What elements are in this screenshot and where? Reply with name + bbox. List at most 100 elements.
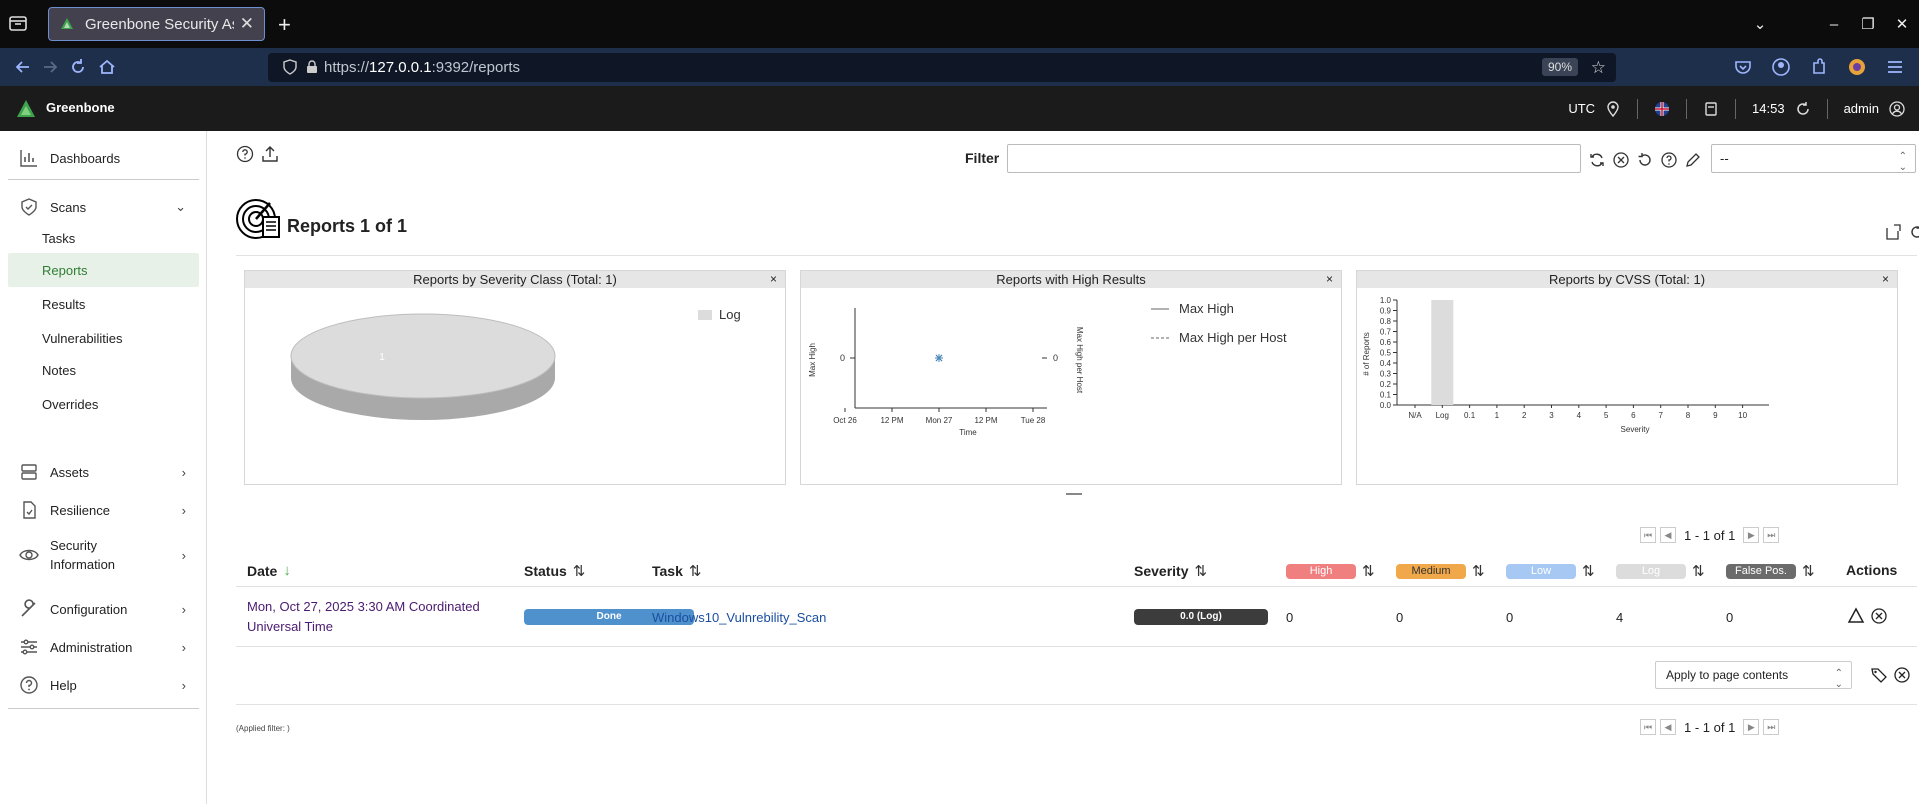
column-header-status[interactable]: Status ⇅ [524,562,585,580]
forward-arrow-icon[interactable] [40,57,60,77]
sidebar-item-results[interactable]: Results [8,287,199,321]
column-header-high[interactable]: High ⇅ [1286,562,1375,580]
column-header-false-pos[interactable]: False Pos. ⇅ [1726,562,1815,580]
sidebar-item-reports[interactable]: Reports [8,253,199,287]
extensions-icon[interactable] [1809,57,1829,77]
delta-compare-icon[interactable] [1847,607,1865,625]
column-header-log[interactable]: Log ⇅ [1616,562,1705,580]
eye-icon [19,545,39,565]
minimize-icon[interactable]: – [1817,16,1851,33]
close-icon[interactable]: × [770,271,777,288]
shield-icon [282,59,298,75]
browser-tab[interactable]: Greenbone Security Assis ✕ [48,7,265,41]
menu-icon[interactable] [1885,57,1905,77]
language-flag-icon[interactable] [1654,101,1670,117]
zoom-level[interactable]: 90% [1541,58,1578,76]
pocket-icon[interactable] [1733,57,1753,77]
edit-filter-icon[interactable] [1684,151,1702,169]
greenbone-logo-icon[interactable] [15,98,37,120]
column-header-severity[interactable]: Severity ⇅ [1134,562,1207,580]
current-time: 14:53 [1752,101,1785,116]
low-badge: Low [1506,563,1576,579]
sliders-icon [19,637,39,657]
reload-icon[interactable] [1908,223,1919,241]
x-tick-label: 7 [1658,411,1663,420]
column-header-medium[interactable]: Medium ⇅ [1396,562,1485,580]
filter-select[interactable]: -- ⌃ ⌄ [1711,144,1916,173]
first-page-icon[interactable]: ⏮ [1640,719,1656,735]
tab-list-icon[interactable] [8,14,30,34]
sidebar-item-vulnerabilities[interactable]: Vulnerabilities [8,321,199,355]
brand-name[interactable]: Greenbone [46,100,115,115]
url-bar[interactable]: https://127.0.0.1:9392/reports 90% ☆ [268,53,1616,82]
user-icon[interactable] [1889,100,1905,117]
remove-filter-icon[interactable] [1612,151,1630,169]
sidebar-item-dashboards[interactable]: Dashboards [0,148,200,168]
chart-panel-header: Reports by Severity Class (Total: 1) × [245,271,785,288]
chart-panel-cvss: Reports by CVSS (Total: 1) × 0.0 0.1 0.2 0.… [1356,270,1898,485]
sidebar-item-resilience[interactable]: Resilience › [0,500,200,520]
home-icon[interactable] [97,57,117,77]
session-icon[interactable] [1703,101,1719,117]
tags-icon[interactable] [1870,666,1888,684]
new-container-task-icon[interactable] [1884,223,1902,241]
y-tick-label: 0.6 [1380,338,1392,347]
update-filter-icon[interactable] [1588,151,1606,169]
last-page-icon[interactable]: ⏭ [1763,719,1780,735]
back-arrow-icon[interactable] [13,57,33,77]
next-page-icon[interactable]: ▶ [1743,527,1760,543]
bookmark-star-icon[interactable]: ☆ [1591,58,1606,78]
export-icon[interactable] [261,145,281,165]
sidebar-item-help[interactable]: Help › [0,675,200,695]
sidebar-item-tasks[interactable]: Tasks [8,221,199,255]
filter-help-icon[interactable] [1660,151,1678,169]
pagination-text: 1 - 1 of 1 [1684,527,1736,543]
y-tick-label: 0.0 [1380,401,1392,410]
sidebar-item-notes[interactable]: Notes [8,353,199,387]
tab-close-icon[interactable]: ✕ [240,14,254,34]
restore-icon[interactable]: ❐ [1851,15,1885,33]
reload-icon[interactable] [68,57,88,77]
filter-input[interactable] [1007,144,1581,173]
close-icon[interactable]: × [1882,271,1889,288]
reset-filter-icon[interactable] [1636,151,1654,169]
previous-page-icon[interactable]: ◀ [1660,527,1676,543]
refresh-icon[interactable] [1795,101,1811,117]
dashboard-resize-handle[interactable] [1066,493,1082,495]
sidebar-item-scans[interactable]: Scans ⌄ [0,197,200,217]
x-tick-label: 6 [1631,411,1636,420]
new-tab-icon[interactable]: + [278,12,291,38]
column-header-task[interactable]: Task ⇅ [652,562,701,580]
x-tick-label: 9 [1713,411,1718,420]
report-date-link[interactable]: Mon, Oct 27, 2025 3:30 AM Coordinated Uni… [247,597,507,637]
x-tick-label: 8 [1686,411,1691,420]
task-link[interactable]: Windows10_Vulnrebility_Scan [652,610,826,625]
first-page-icon[interactable]: ⏮ [1640,527,1656,543]
help-icon[interactable] [236,145,256,165]
sort-icon: ⇅ [1692,563,1705,580]
y-tick-label: 0.3 [1380,370,1392,379]
sidebar-item-configuration[interactable]: Configuration › [0,599,200,619]
next-page-icon[interactable]: ▶ [1743,719,1760,735]
close-icon[interactable]: × [1326,271,1333,288]
sidebar-item-administration[interactable]: Administration › [0,637,200,657]
column-header-date[interactable]: Date ↓ [247,562,291,579]
sidebar-item-assets[interactable]: Assets › [0,462,200,482]
window-close-icon[interactable]: ✕ [1885,15,1919,33]
y-tick-label: 0.4 [1380,359,1392,368]
extension-fox-icon[interactable] [1847,57,1867,77]
bulk-apply-select[interactable]: Apply to page contents ⌃ ⌄ [1655,661,1852,690]
last-page-icon[interactable]: ⏭ [1763,527,1780,543]
y-axis-label-right: Max High per Host [1075,327,1084,394]
previous-page-icon[interactable]: ◀ [1660,719,1676,735]
tab-overflow-chevron-icon[interactable]: ⌄ [1743,15,1777,33]
bulk-delete-icon[interactable] [1893,666,1911,684]
sidebar-item-security-information[interactable]: Security Information › [0,535,200,575]
column-header-low[interactable]: Low ⇅ [1506,562,1595,580]
username[interactable]: admin [1844,101,1879,116]
account-icon[interactable] [1771,57,1791,77]
delete-icon[interactable] [1870,607,1888,625]
legend-label-max-high-per-host: Max High per Host [1179,330,1287,345]
sidebar-item-overrides[interactable]: Overrides [8,387,199,421]
chevron-down-icon: ⌄ [175,199,186,214]
